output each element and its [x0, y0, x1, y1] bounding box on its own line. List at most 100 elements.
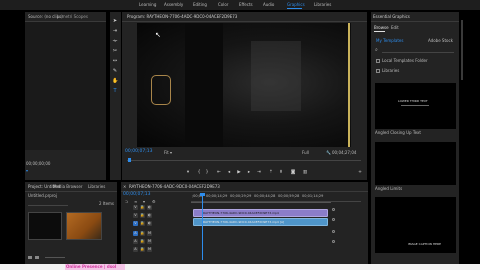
- snap-icon[interactable]: ⊃: [125, 200, 128, 204]
- program-title[interactable]: Program: RAYTHEON-7706-4ADC-9DC0-04ACEF2…: [127, 15, 237, 19]
- timeline-timecode[interactable]: 00;00;07;13: [123, 192, 150, 198]
- ruler-tick-5: 00;01;14;29: [302, 194, 324, 198]
- tab-libraries[interactable]: Libraries: [88, 185, 105, 189]
- zoom-slider[interactable]: [45, 257, 65, 258]
- track-a2-mute[interactable]: M: [147, 239, 152, 244]
- workspace-effects[interactable]: Effects: [239, 3, 253, 7]
- bottom-banner: Online Presence | dsol: [0, 264, 480, 270]
- local-templates-label: Local Templates Folder: [382, 58, 428, 63]
- wrench-icon[interactable]: 🔧: [326, 151, 331, 155]
- track-a1-mute[interactable]: M: [147, 231, 152, 236]
- timeline-vscroll-1[interactable]: [332, 208, 335, 211]
- program-playhead[interactable]: [128, 158, 131, 162]
- timeline-close-icon[interactable]: ✕: [123, 185, 126, 189]
- type-tool-icon[interactable]: T: [112, 88, 118, 94]
- tab-browse-underline: [374, 31, 385, 32]
- audio-clip[interactable]: RAYTHEON-7706-4ADC-9DC0-04ACEF2D9E73.mp4…: [193, 218, 328, 226]
- project-file-name: Untitled.prproj: [28, 193, 57, 198]
- timeline-playhead[interactable]: [202, 194, 203, 260]
- project-item-count: 2 Items: [99, 201, 115, 206]
- track-a2-target[interactable]: A: [133, 239, 138, 244]
- eg-scrollbar[interactable]: [461, 20, 463, 80]
- track-select-icon[interactable]: ⇥: [112, 28, 118, 34]
- step-forward-icon[interactable]: ▸: [246, 170, 252, 175]
- extract-icon[interactable]: ⇞: [278, 170, 284, 175]
- slip-icon[interactable]: ↔: [112, 58, 118, 64]
- fit-chevron-icon[interactable]: ▾: [170, 151, 172, 155]
- search-icon[interactable]: ⌕: [375, 48, 378, 53]
- track-v1-target[interactable]: V: [133, 221, 138, 226]
- track-v2-lock[interactable]: 🔒: [140, 213, 145, 218]
- tab-media-browser[interactable]: Media Browser: [53, 185, 83, 189]
- tab-browse[interactable]: Browse: [374, 26, 389, 30]
- work-area-bar[interactable]: [191, 202, 331, 203]
- mark-in-icon[interactable]: {: [196, 170, 202, 175]
- track-a2-lock[interactable]: 🔒: [140, 239, 145, 244]
- timeline-vscroll-3[interactable]: [332, 230, 335, 233]
- mark-out-icon[interactable]: }: [204, 170, 210, 175]
- hand-icon[interactable]: ✋: [112, 78, 118, 84]
- add-marker-icon[interactable]: ▾: [185, 170, 191, 175]
- workspace-assembly[interactable]: Assembly: [164, 3, 183, 7]
- template-thumbnail-2[interactable]: [375, 142, 456, 185]
- add-marker-timeline-icon[interactable]: ▾: [143, 200, 145, 204]
- step-back-icon[interactable]: ◂: [226, 170, 232, 175]
- local-templates-checkbox[interactable]: [376, 59, 380, 63]
- timeline-vscroll-4[interactable]: [332, 240, 335, 243]
- search-input[interactable]: [382, 48, 454, 53]
- track-v2-toggle[interactable]: ◐: [147, 213, 152, 218]
- program-timecode[interactable]: 00;00;07;13: [125, 149, 152, 155]
- workspace-color[interactable]: Color: [218, 3, 228, 7]
- workspace-graphics[interactable]: Graphics: [287, 3, 305, 7]
- template-thumbnail-3[interactable]: IMAGE CAPTION HERE: [375, 197, 456, 253]
- timeline-vscroll-2[interactable]: [332, 218, 335, 221]
- linked-selection-icon[interactable]: ∞: [134, 200, 137, 204]
- workspace-learning[interactable]: Learning: [139, 3, 156, 7]
- list-view-icon[interactable]: [28, 256, 32, 259]
- project-clip-thumbnail-1[interactable]: [28, 212, 62, 240]
- go-to-in-icon[interactable]: ⇤: [216, 170, 222, 175]
- templates-dropdown-right[interactable]: Adobe Stock: [428, 39, 453, 43]
- track-a1-target[interactable]: A: [133, 231, 138, 236]
- ripple-edit-icon[interactable]: ⟛: [112, 38, 118, 44]
- fit-dropdown[interactable]: Fit: [164, 151, 169, 155]
- program-scrub-bar[interactable]: [127, 160, 361, 161]
- video-clip[interactable]: RAYTHEON-7706-4ADC-9DC0-04ACEF2D9E73.mp4: [193, 209, 328, 217]
- track-v1-toggle[interactable]: ◐: [147, 221, 152, 226]
- workspace-editing[interactable]: Editing: [193, 3, 207, 7]
- icon-view-icon[interactable]: [35, 256, 39, 259]
- go-to-out-icon[interactable]: ⇥: [256, 170, 262, 175]
- timeline-title[interactable]: RAYTHEON-7706-4ADC-9DC0-04ACEF2D9E73: [129, 185, 220, 189]
- play-icon[interactable]: ▶: [236, 170, 242, 175]
- track-a3-lock[interactable]: 🔒: [140, 247, 145, 252]
- timeline-header-divider: [121, 191, 368, 192]
- pen-icon[interactable]: ✎: [112, 68, 118, 74]
- track-v1-lock[interactable]: 🔒: [140, 221, 145, 226]
- track-v3-lock[interactable]: 🔒: [140, 205, 145, 210]
- template-thumbnail-1[interactable]: LOWER THIRD TEXT: [375, 83, 456, 129]
- track-a3-mute[interactable]: M: [147, 247, 152, 252]
- razor-icon[interactable]: ✂: [112, 48, 118, 54]
- project-clip-thumbnail-2[interactable]: [66, 212, 102, 240]
- add-button-icon[interactable]: +: [357, 170, 363, 175]
- libraries-checkbox[interactable]: [376, 69, 380, 73]
- selection-tool-icon[interactable]: ➤: [112, 18, 118, 24]
- track-v3-target[interactable]: V: [133, 205, 138, 210]
- export-frame-icon[interactable]: ◙: [290, 170, 296, 175]
- track-a1-lock[interactable]: 🔒: [140, 231, 145, 236]
- track-v2-target[interactable]: V: [133, 213, 138, 218]
- project-search-input[interactable]: [28, 202, 68, 206]
- track-v3-toggle[interactable]: ◐: [147, 205, 152, 210]
- track-a3-target[interactable]: A: [133, 247, 138, 252]
- tab-edit[interactable]: Edit: [391, 26, 399, 30]
- lift-icon[interactable]: ⇡: [268, 170, 274, 175]
- timeline-settings-icon[interactable]: ⚙: [152, 200, 156, 204]
- workspace-libraries[interactable]: Libraries: [314, 3, 331, 7]
- workspace-audio[interactable]: Audio: [263, 3, 274, 7]
- tab-lumetri-scopes[interactable]: Lumetri Scopes: [57, 15, 88, 19]
- ruler-tick-4: 00;00;59;28: [278, 194, 300, 198]
- templates-dropdown[interactable]: My Templates: [376, 39, 403, 43]
- compare-view-icon[interactable]: ▥: [302, 170, 308, 175]
- resolution-dropdown[interactable]: Full: [302, 151, 309, 155]
- timeline-playhead-head[interactable]: [200, 193, 205, 196]
